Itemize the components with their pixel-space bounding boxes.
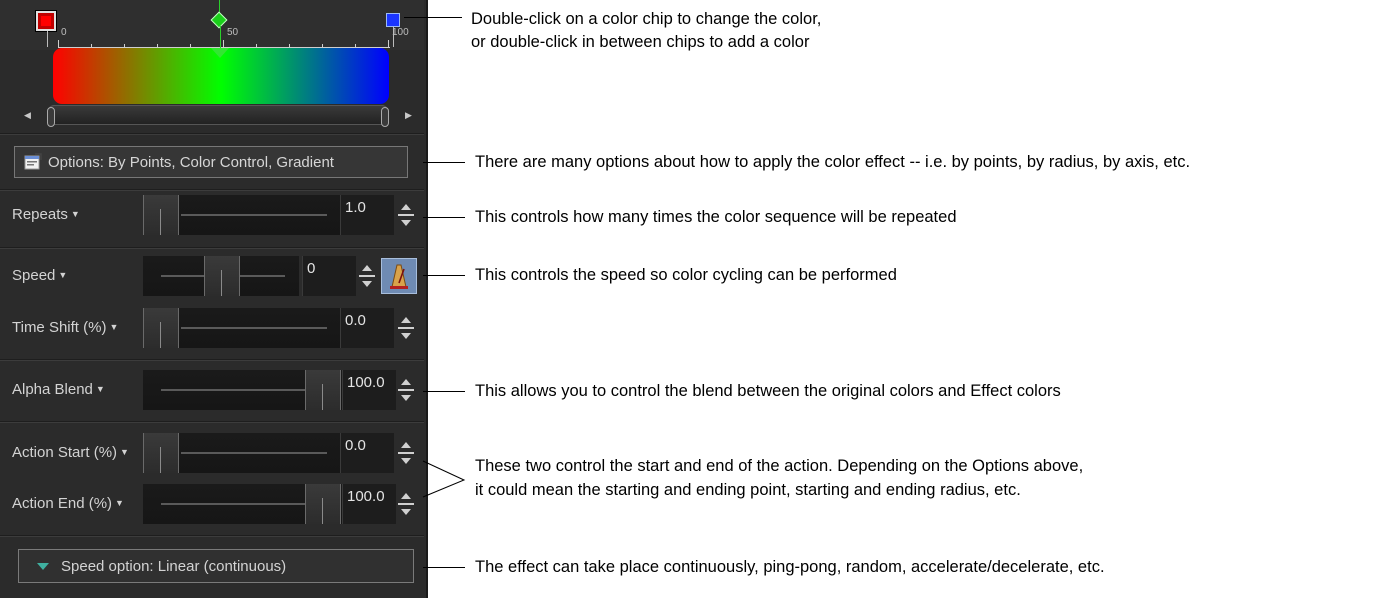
alpha-blend-value-input[interactable]: 100.0 (342, 370, 396, 410)
action-start-spinner[interactable] (396, 433, 416, 473)
repeats-value-input[interactable]: 1.0 (340, 195, 394, 235)
leader-line (423, 391, 465, 392)
repeats-label[interactable]: Repeats ▼ (12, 206, 80, 223)
slider-track (181, 327, 327, 329)
action-end-slider-thumb[interactable] (305, 484, 341, 524)
annotation-speed: This controls the speed so color cycling… (475, 266, 897, 284)
annotation-chips-line2: or double-click in between chips to add … (471, 33, 810, 51)
leader-line (423, 162, 465, 163)
chip-stem (47, 31, 48, 47)
repeats-spinner[interactable] (396, 195, 416, 235)
speed-option-dropdown[interactable]: Speed option: Linear (continuous) (18, 549, 414, 583)
action-start-value-input[interactable]: 0.0 (340, 433, 394, 473)
action-start-slider[interactable] (143, 433, 340, 473)
blue-color-chip[interactable] (386, 13, 400, 27)
divider (0, 421, 424, 423)
annotation-action-line1: These two control the start and end of t… (475, 457, 1084, 475)
tick-label-100: 100 (392, 27, 409, 38)
bracket-leader (422, 460, 466, 498)
expand-triangle-icon (37, 562, 49, 570)
time-shift-value-input[interactable]: 0.0 (340, 308, 394, 348)
slider-track (161, 389, 307, 391)
repeats-slider[interactable] (143, 195, 340, 235)
options-window-icon (24, 153, 42, 171)
scroll-grip-right[interactable] (381, 107, 389, 127)
action-start-label[interactable]: Action Start (%) ▼ (12, 444, 129, 461)
scroll-track[interactable] (47, 105, 389, 127)
green-color-chip[interactable] (210, 11, 228, 29)
scroll-left-arrow-icon[interactable]: ◀ (24, 110, 31, 121)
ruler-tick (223, 40, 224, 48)
time-shift-slider-thumb[interactable] (143, 308, 179, 348)
annotation-speed-option: The effect can take place continuously, … (475, 558, 1105, 576)
leader-line (423, 217, 465, 218)
divider (0, 535, 424, 537)
scroll-right-arrow-icon[interactable]: ▶ (405, 110, 412, 121)
ruler-tick (58, 40, 59, 48)
time-shift-slider[interactable] (143, 308, 340, 348)
chip-stem (220, 26, 221, 48)
speed-spinner[interactable] (357, 256, 377, 296)
tick-label-0: 0 (61, 27, 67, 38)
divider (0, 133, 424, 135)
speed-label[interactable]: Speed ▼ (12, 267, 67, 284)
slider-track (181, 452, 327, 454)
chip-stem (393, 27, 394, 47)
slider-track (161, 503, 307, 505)
action-start-slider-thumb[interactable] (143, 433, 179, 473)
red-color-chip[interactable] (35, 10, 57, 32)
leader-line (423, 567, 465, 568)
alpha-blend-slider-thumb[interactable] (305, 370, 341, 410)
annotation-repeats: This controls how many times the color s… (475, 208, 957, 226)
color-effect-panel: 0 50 100 ◀ ▶ Options: By Points, Color C… (0, 0, 428, 598)
action-end-label[interactable]: Action End (%) ▼ (12, 495, 124, 512)
action-end-value-input[interactable]: 100.0 (342, 484, 396, 524)
time-shift-spinner[interactable] (396, 308, 416, 348)
speed-slider-thumb[interactable] (204, 256, 240, 296)
scroll-grip-left[interactable] (47, 107, 55, 127)
annotation-alpha: This allows you to control the blend bet… (475, 382, 1061, 400)
speed-option-label: Speed option: Linear (continuous) (61, 557, 287, 575)
annotation-options: There are many options about how to appl… (475, 153, 1191, 171)
annotation-chips-line1: Double-click on a color chip to change t… (471, 10, 822, 28)
options-label: Options: By Points, Color Control, Gradi… (48, 153, 334, 171)
speed-value-input[interactable]: 0 (302, 256, 356, 296)
slider-track (181, 214, 327, 216)
metronome-icon[interactable] (381, 258, 417, 294)
action-end-slider[interactable] (143, 484, 342, 524)
repeats-slider-thumb[interactable] (143, 195, 179, 235)
tick-label-50: 50 (227, 27, 239, 38)
alpha-blend-spinner[interactable] (396, 370, 416, 410)
options-button[interactable]: Options: By Points, Color Control, Gradi… (14, 146, 408, 178)
gradient-scrollbar[interactable]: ◀ ▶ (14, 104, 418, 128)
gradient-ruler[interactable]: 0 50 100 (0, 0, 424, 50)
leader-line (423, 275, 465, 276)
divider (0, 247, 424, 249)
speed-slider[interactable] (143, 256, 299, 296)
annotation-action-line2: it could mean the starting and ending po… (475, 481, 1021, 499)
ruler-tick (388, 40, 389, 48)
time-shift-label[interactable]: Time Shift (%) ▼ (12, 319, 118, 336)
divider (0, 359, 424, 361)
divider (0, 189, 424, 191)
action-end-spinner[interactable] (396, 484, 416, 524)
alpha-blend-slider[interactable] (143, 370, 342, 410)
leader-line (404, 17, 462, 18)
midpoint-marker[interactable] (211, 48, 229, 58)
alpha-blend-label[interactable]: Alpha Blend ▼ (12, 381, 105, 398)
